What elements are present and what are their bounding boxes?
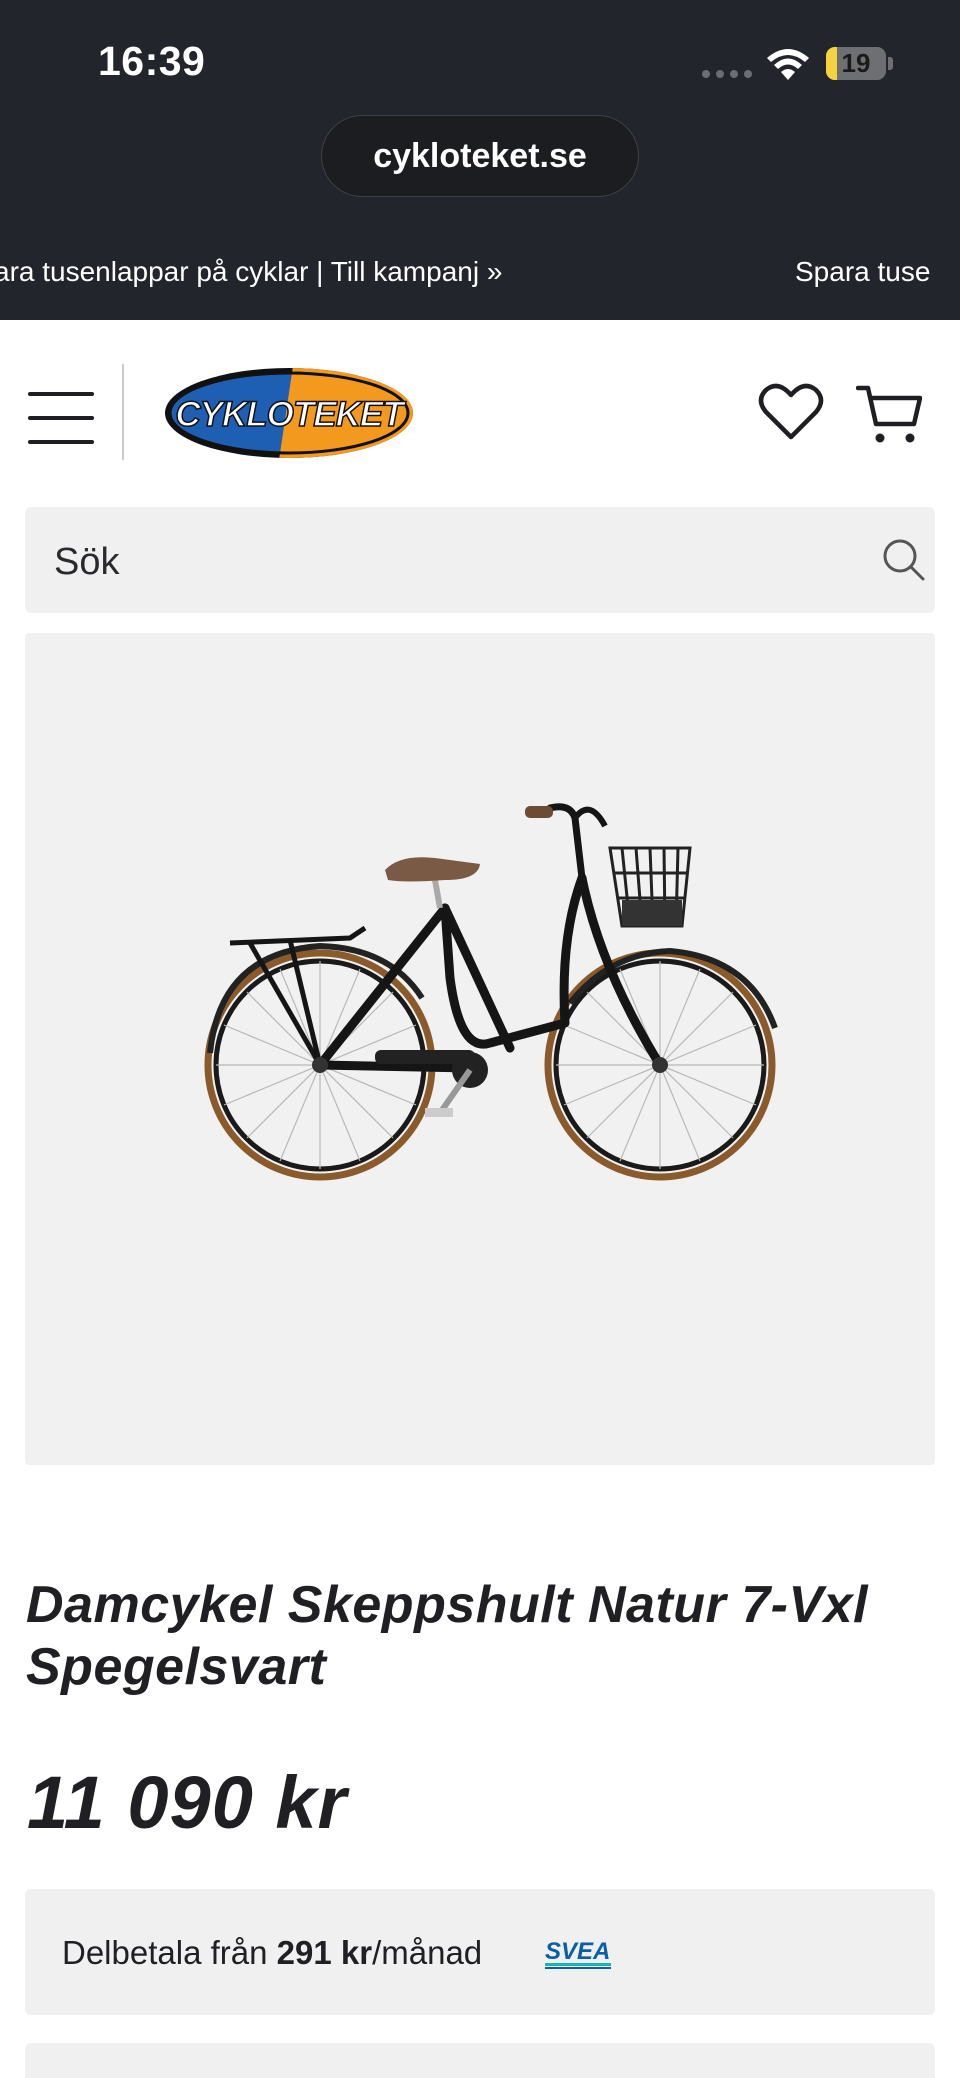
promo-text[interactable]: ara tusenlappar på cyklar | Till kampanj… bbox=[0, 256, 502, 288]
cykloteket-logo[interactable]: CYKLOTEKET bbox=[163, 366, 415, 460]
cellular-signal-icon bbox=[702, 70, 752, 78]
installment-prefix: Delbetala från bbox=[62, 1934, 277, 1971]
search-placeholder: Sök bbox=[54, 541, 120, 583]
search-icon[interactable] bbox=[881, 537, 927, 583]
product-price: 11 090 kr bbox=[27, 1761, 348, 1844]
top-dark-bar: 16:39 19 cykloteket.se ara tusenlappar p… bbox=[0, 0, 960, 320]
header-divider bbox=[122, 364, 124, 460]
cart-icon[interactable] bbox=[856, 382, 922, 446]
installment-suffix: /månad bbox=[372, 1934, 483, 1971]
promo-marquee[interactable]: ara tusenlappar på cyklar | Till kampanj… bbox=[0, 250, 960, 298]
product-title: Damcykel Skeppshult Natur 7-Vxl Spegelsv… bbox=[26, 1576, 869, 1696]
site-header: CYKLOTEKET bbox=[0, 320, 960, 500]
promo-text-repeat[interactable]: Spara tuse bbox=[795, 256, 930, 288]
next-section-card bbox=[25, 2043, 935, 2078]
bicycle-image bbox=[204, 803, 778, 1181]
battery-icon: 19 bbox=[826, 47, 886, 80]
installment-info[interactable]: Delbetala från 291 kr/månad SVEA bbox=[25, 1889, 935, 2015]
search-input[interactable]: Sök bbox=[25, 507, 935, 613]
installment-text: Delbetala från 291 kr/månad bbox=[62, 1934, 482, 1972]
address-bar[interactable]: cykloteket.se bbox=[321, 115, 639, 197]
svea-logo: SVEA bbox=[545, 1938, 611, 1969]
wifi-icon bbox=[767, 49, 809, 80]
heart-icon[interactable] bbox=[758, 382, 824, 442]
svea-logo-text: SVEA bbox=[545, 1938, 610, 1965]
battery-level: 19 bbox=[841, 48, 871, 78]
product-image[interactable] bbox=[25, 633, 935, 1465]
status-time: 16:39 bbox=[98, 38, 206, 84]
menu-icon[interactable] bbox=[28, 392, 94, 444]
logo-text: CYKLOTEKET bbox=[175, 395, 406, 434]
url-text: cykloteket.se bbox=[373, 136, 587, 175]
installment-amount: 291 kr bbox=[276, 1934, 373, 1971]
battery-cap bbox=[888, 57, 893, 70]
